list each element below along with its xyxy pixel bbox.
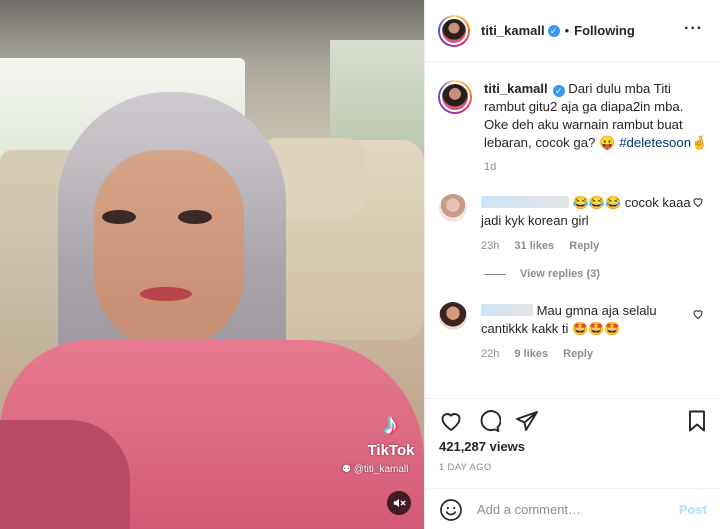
post-date[interactable]: 1 DAY AGO bbox=[439, 462, 492, 473]
post-video[interactable]: ♪ TikTok ⚉ @titi_kamall bbox=[0, 0, 424, 529]
add-comment-input[interactable] bbox=[477, 502, 667, 517]
comment-timestamp[interactable]: 22h bbox=[481, 348, 499, 360]
separator-dot: • bbox=[564, 23, 570, 38]
share-paper-plane-icon[interactable] bbox=[515, 409, 539, 433]
like-comment-heart-icon[interactable] bbox=[692, 196, 704, 208]
save-bookmark-icon[interactable] bbox=[685, 409, 709, 433]
more-options-icon[interactable]: ··· bbox=[684, 20, 703, 38]
commenter-avatar[interactable] bbox=[439, 302, 467, 330]
tiktok-username-label: ⚉ @titi_kamall bbox=[342, 464, 409, 475]
caption-author-avatar[interactable] bbox=[438, 80, 472, 114]
caption-tail-emoji: 🤞 bbox=[691, 135, 708, 150]
author-avatar[interactable] bbox=[438, 14, 470, 47]
redacted-username bbox=[481, 304, 533, 316]
emoji-smiley-icon[interactable] bbox=[439, 498, 463, 522]
verified-badge-icon: ✓ bbox=[552, 85, 565, 97]
instagram-post-modal: ♪ TikTok ⚉ @titi_kamall titi_kamall ✓ • … bbox=[0, 0, 720, 529]
post-actions: 421,287 views 1 DAY AGO Post bbox=[425, 398, 720, 529]
comment-bubble-icon[interactable] bbox=[477, 409, 501, 433]
caption-username[interactable]: titi_kamall bbox=[484, 81, 548, 96]
view-replies-button[interactable]: View replies (3) bbox=[484, 268, 600, 280]
post-caption: titi_kamall ✓ Dari dulu mba Titi rambut g… bbox=[438, 80, 713, 152]
following-button[interactable]: Following bbox=[574, 23, 635, 38]
hashtag-link[interactable]: #deletesoon bbox=[619, 135, 691, 150]
comment-likes[interactable]: 9 likes bbox=[514, 348, 548, 360]
comment-item: Mau gmna aja selalu cantikkk kakk ti 🤩🤩🤩… bbox=[439, 302, 714, 363]
tiktok-logo-icon: ♪ bbox=[383, 408, 399, 441]
reply-button[interactable]: Reply bbox=[569, 240, 599, 252]
video-subject bbox=[94, 150, 244, 350]
add-comment-bar: Post bbox=[425, 488, 720, 529]
like-comment-heart-icon[interactable] bbox=[692, 308, 704, 320]
user-icon: ⚉ bbox=[342, 464, 351, 475]
author-username[interactable]: titi_kamall bbox=[481, 23, 545, 38]
verified-badge-icon: ✓ bbox=[547, 24, 560, 37]
caption-timestamp[interactable]: 1d bbox=[484, 161, 496, 173]
redacted-username bbox=[481, 196, 569, 208]
comment-item: 😂😂😂 cocok kaaa jadi kyk korean girl 23h … bbox=[439, 194, 714, 255]
comment-likes[interactable]: 31 likes bbox=[514, 240, 554, 252]
reply-button[interactable]: Reply bbox=[563, 348, 593, 360]
mute-button[interactable] bbox=[387, 491, 411, 515]
commenter-avatar[interactable] bbox=[439, 194, 467, 222]
comment-timestamp[interactable]: 23h bbox=[481, 240, 499, 252]
post-header: titi_kamall ✓ • Following ··· bbox=[425, 0, 720, 62]
view-count[interactable]: 421,287 views bbox=[439, 439, 525, 454]
like-heart-icon[interactable] bbox=[439, 409, 463, 433]
speaker-muted-icon bbox=[393, 498, 406, 508]
tiktok-brand-label: TikTok bbox=[367, 442, 415, 459]
tiktok-watermark: ♪ TikTok bbox=[366, 408, 416, 460]
post-sidebar: titi_kamall ✓ • Following ··· titi_kamal… bbox=[424, 0, 720, 529]
post-comment-button[interactable]: Post bbox=[679, 502, 707, 517]
